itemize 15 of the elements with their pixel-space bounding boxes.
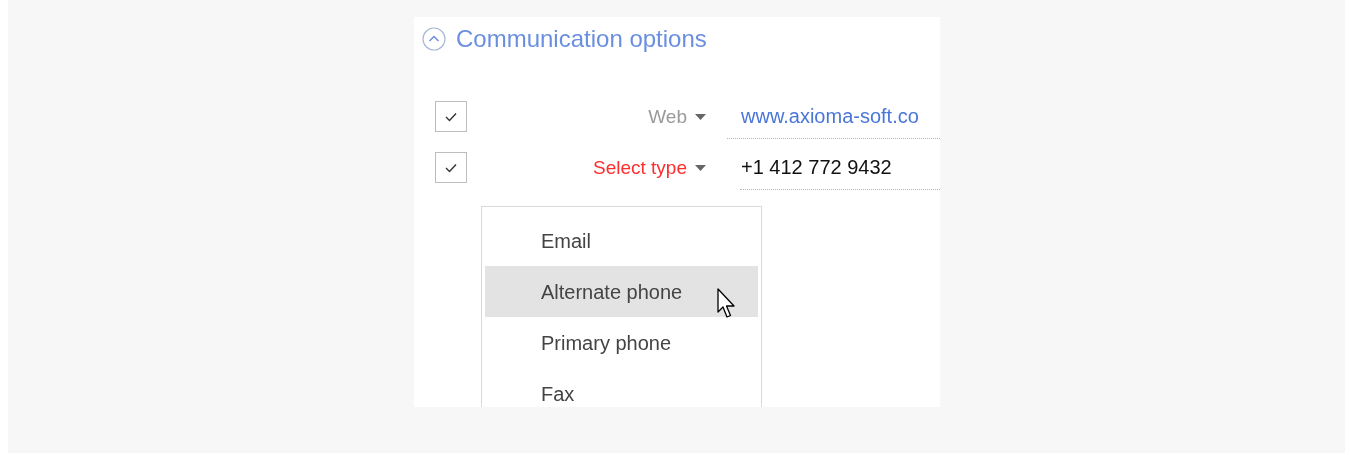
checkbox[interactable] xyxy=(435,101,467,132)
menu-item[interactable]: Primary phone xyxy=(485,317,758,368)
mouse-pointer-icon xyxy=(717,288,737,319)
menu-item[interactable]: Alternate phone xyxy=(485,266,758,317)
checkmark-icon xyxy=(445,162,457,173)
type-dropdown[interactable]: Select type xyxy=(593,155,706,180)
checkmark-icon xyxy=(445,111,457,122)
checkbox[interactable] xyxy=(435,152,467,183)
caret-icon xyxy=(695,113,706,120)
phone-field[interactable]: +1 412 772 9432 xyxy=(740,145,940,190)
website-field[interactable]: www.axioma-soft.co xyxy=(727,94,940,139)
collapse-icon[interactable] xyxy=(422,27,446,51)
menu-item[interactable]: Fax xyxy=(485,368,758,407)
menu-item[interactable]: Email xyxy=(485,216,758,266)
caret-icon xyxy=(695,164,706,171)
